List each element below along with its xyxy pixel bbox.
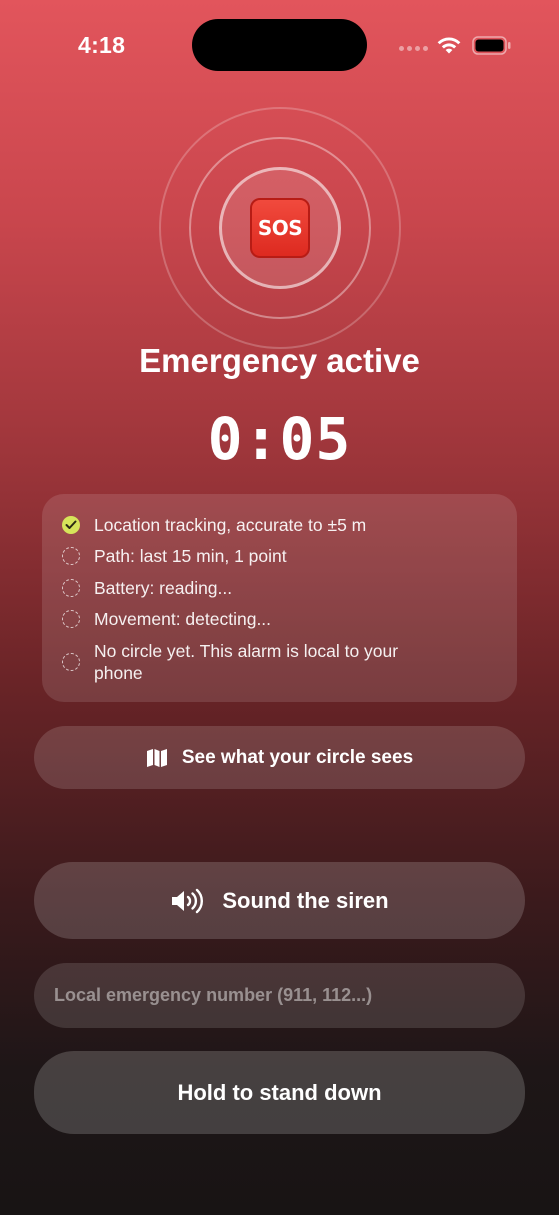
check-icon xyxy=(62,516,80,534)
sound-siren-label: Sound the siren xyxy=(222,887,389,913)
status-text: Location tracking, accurate to ±5 m xyxy=(94,515,367,535)
sound-siren-button[interactable]: Sound the siren xyxy=(34,862,525,939)
status-card: Location tracking, accurate to ±5 m Path… xyxy=(42,494,517,702)
see-circle-button[interactable]: See what your circle sees xyxy=(34,726,525,789)
sos-icon: SOS xyxy=(250,198,310,258)
speaker-wave-icon xyxy=(172,888,204,913)
hold-stand-down-button[interactable]: Hold to stand down xyxy=(34,1051,525,1134)
pending-icon xyxy=(62,579,80,597)
status-text: No circle yet. This alarm is local to yo… xyxy=(94,641,399,683)
wifi-icon xyxy=(437,37,461,54)
battery-icon xyxy=(472,36,511,55)
map-icon xyxy=(146,748,167,767)
pending-icon xyxy=(62,610,80,628)
dynamic-island xyxy=(192,19,367,71)
status-text: Movement: detecting... xyxy=(94,609,272,629)
emergency-number-input[interactable] xyxy=(34,963,525,1028)
signal-icon xyxy=(399,44,429,54)
stand-down-label: Hold to stand down xyxy=(177,1079,382,1105)
page-title: Emergency active xyxy=(139,342,420,379)
status-time: 4:18 xyxy=(78,32,126,58)
see-circle-label: See what your circle sees xyxy=(181,746,414,768)
list-item: No circle yet. This alarm is local to yo… xyxy=(62,640,424,684)
pending-icon xyxy=(62,547,80,565)
status-bar: 4:18 xyxy=(0,0,559,90)
list-item: Location tracking, accurate to ±5 m xyxy=(62,514,424,536)
sos-pulse-rings: SOS xyxy=(159,107,401,349)
list-item: Path: last 15 min, 1 point xyxy=(62,545,424,567)
list-item: Movement: detecting... xyxy=(62,608,424,630)
emergency-timer: 0:05 xyxy=(207,405,352,473)
status-text: Battery: reading... xyxy=(94,578,233,598)
list-item: Battery: reading... xyxy=(62,577,424,599)
status-text: Path: last 15 min, 1 point xyxy=(94,546,287,566)
pending-icon xyxy=(62,653,80,671)
